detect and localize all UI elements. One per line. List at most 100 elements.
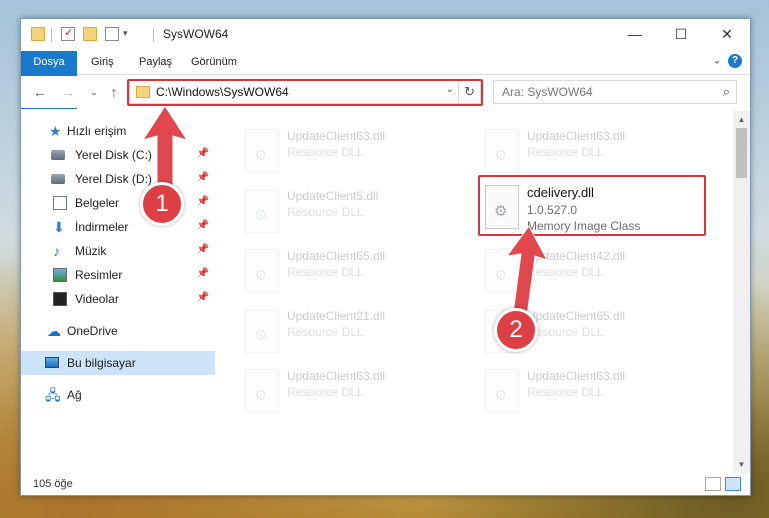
sidebar-item-downloads[interactable]: ⬇ İndirmeler 📌 (21, 215, 215, 239)
sidebar-item-label: Videolar (75, 292, 119, 306)
tab-view[interactable]: Görünüm (181, 51, 247, 74)
search-placeholder[interactable]: Ara: SysWOW64 (502, 85, 593, 99)
list-item[interactable]: UpdateClient5.dll Resource DLL (237, 185, 465, 243)
list-item[interactable]: UpdateClient63.dll Resource DLL (477, 365, 705, 423)
file-name: UpdateClient63.dll (287, 369, 386, 383)
recent-locations-dropdown[interactable]: ⌄ (85, 82, 103, 102)
file-name: UpdateClient63.dll (527, 369, 626, 383)
sidebar-item-label: İndirmeler (75, 220, 129, 234)
forward-button[interactable]: → (59, 82, 77, 102)
file-type: Resource DLL (527, 325, 604, 339)
file-name: UpdateClient63.dll (287, 129, 386, 143)
ribbon-controls: ⌄ ? (713, 54, 742, 68)
quick-access-dropdown-icon[interactable]: ▾ (123, 28, 128, 39)
dll-file-icon (245, 309, 279, 353)
address-highlight (127, 79, 483, 106)
new-folder-icon[interactable] (83, 27, 97, 41)
sidebar-item-pictures[interactable]: Resimler 📌 (21, 263, 215, 287)
pin-icon[interactable]: 📌 (197, 244, 209, 255)
customize-icon[interactable] (105, 27, 119, 41)
file-type: Resource DLL (287, 265, 364, 279)
callout-arrow-2 (505, 226, 549, 316)
pictures-icon (53, 268, 67, 282)
dll-file-icon (245, 369, 279, 413)
toolbar-divider (51, 28, 52, 42)
properties-icon[interactable] (61, 26, 75, 41)
sidebar-item-videos[interactable]: Videolar 📌 (21, 287, 215, 311)
sidebar-item-label: OneDrive (67, 324, 118, 338)
star-icon: ★ (49, 123, 62, 139)
item-count: 105 öğe (33, 478, 73, 490)
sidebar-item-label: Ağ (67, 388, 82, 402)
music-icon: ♪ (53, 243, 60, 259)
list-item[interactable]: UpdateClient21.dll Resource DLL (237, 305, 465, 363)
up-button[interactable]: ↑ (105, 82, 123, 102)
list-item[interactable]: UpdateClient63.dll Resource DLL (237, 125, 465, 183)
tab-home[interactable]: Giriş (81, 51, 124, 74)
back-button[interactable]: ← (31, 82, 49, 102)
title-divider (153, 28, 154, 42)
file-name: UpdateClient63.dll (527, 129, 626, 143)
sidebar-item-label: Resimler (75, 268, 123, 282)
pin-icon[interactable]: 📌 (197, 268, 209, 279)
folder-icon (31, 27, 45, 41)
file-type: Resource DLL (527, 385, 604, 399)
window-title: SysWOW64 (163, 27, 229, 41)
maximize-button[interactable]: ☐ (658, 19, 704, 49)
sidebar-item-this-pc[interactable]: Bu bilgisayar (21, 351, 215, 375)
pin-icon[interactable]: 📌 (197, 220, 209, 231)
expand-ribbon-icon[interactable]: ⌄ (713, 56, 721, 67)
file-type: Resource DLL (287, 385, 364, 399)
ribbon-tabs: Dosya Giriş Paylaş Görünüm ⌄ ? (21, 51, 750, 109)
close-button[interactable]: ✕ (704, 19, 750, 49)
network-icon: 🖧 (45, 387, 61, 403)
file-type: Resource DLL (287, 205, 364, 219)
onedrive-icon: ☁ (47, 323, 61, 339)
sidebar-item-network[interactable]: 🖧 Ağ (21, 383, 215, 407)
dll-file-icon (485, 369, 519, 413)
documents-icon (53, 196, 67, 210)
file-name: UpdateClient65.dll (287, 249, 386, 263)
step-badge-1: 1 (140, 182, 184, 226)
file-type: Resource DLL (527, 145, 604, 159)
dll-file-icon (485, 129, 519, 173)
sidebar-item-onedrive[interactable]: ☁ OneDrive (21, 319, 215, 343)
scroll-up-icon[interactable]: ▲ (733, 111, 750, 128)
sidebar-item-music[interactable]: ♪ Müzik 📌 (21, 239, 215, 263)
scroll-thumb[interactable] (736, 128, 747, 178)
video-icon (53, 292, 67, 306)
vertical-scrollbar[interactable]: ▲ ▼ (733, 111, 750, 473)
dll-file-icon (245, 189, 279, 233)
search-box[interactable]: Ara: SysWOW64 ⌕ (493, 80, 737, 104)
title-bar: ▾ SysWOW64 — ☐ ✕ (21, 19, 750, 51)
search-icon[interactable]: ⌕ (723, 84, 730, 100)
help-icon[interactable]: ? (728, 54, 742, 68)
status-bar: 105 öğe (21, 474, 750, 495)
tiles-view-icon[interactable] (725, 477, 741, 491)
download-icon: ⬇ (53, 219, 65, 235)
file-type: Resource DLL (287, 325, 364, 339)
callout-arrow-1 (141, 106, 189, 186)
pin-icon[interactable]: 📌 (197, 196, 209, 207)
sidebar-item-label: Hızlı erişim (67, 124, 127, 138)
tab-share[interactable]: Paylaş (129, 51, 182, 74)
scroll-down-icon[interactable]: ▼ (733, 456, 750, 473)
drive-icon (51, 150, 65, 160)
pin-icon[interactable]: 📌 (197, 148, 209, 159)
details-view-icon[interactable] (705, 477, 721, 491)
file-name: UpdateClient21.dll (287, 309, 386, 323)
sidebar-item-label: Belgeler (75, 196, 120, 210)
minimize-button[interactable]: — (612, 19, 658, 49)
list-item[interactable]: UpdateClient63.dll Resource DLL (237, 365, 465, 423)
explorer-window: ▾ SysWOW64 — ☐ ✕ Dosya Giriş Paylaş Görü… (20, 18, 751, 496)
pin-icon[interactable]: 📌 (197, 172, 209, 183)
pin-icon[interactable]: 📌 (197, 292, 209, 303)
list-item[interactable]: UpdateClient65.dll Resource DLL (237, 245, 465, 303)
sidebar-item-documents[interactable]: Belgeler 📌 (21, 191, 215, 215)
sidebar-item-label: Bu bilgisayar (67, 356, 136, 370)
step-badge-2: 2 (494, 308, 538, 352)
file-list: UpdateClient63.dll Resource DLL UpdateCl… (215, 111, 733, 473)
file-name: UpdateClient5.dll (287, 189, 379, 203)
sidebar-item-label: Müzik (75, 244, 107, 258)
file-type: Resource DLL (287, 145, 364, 159)
